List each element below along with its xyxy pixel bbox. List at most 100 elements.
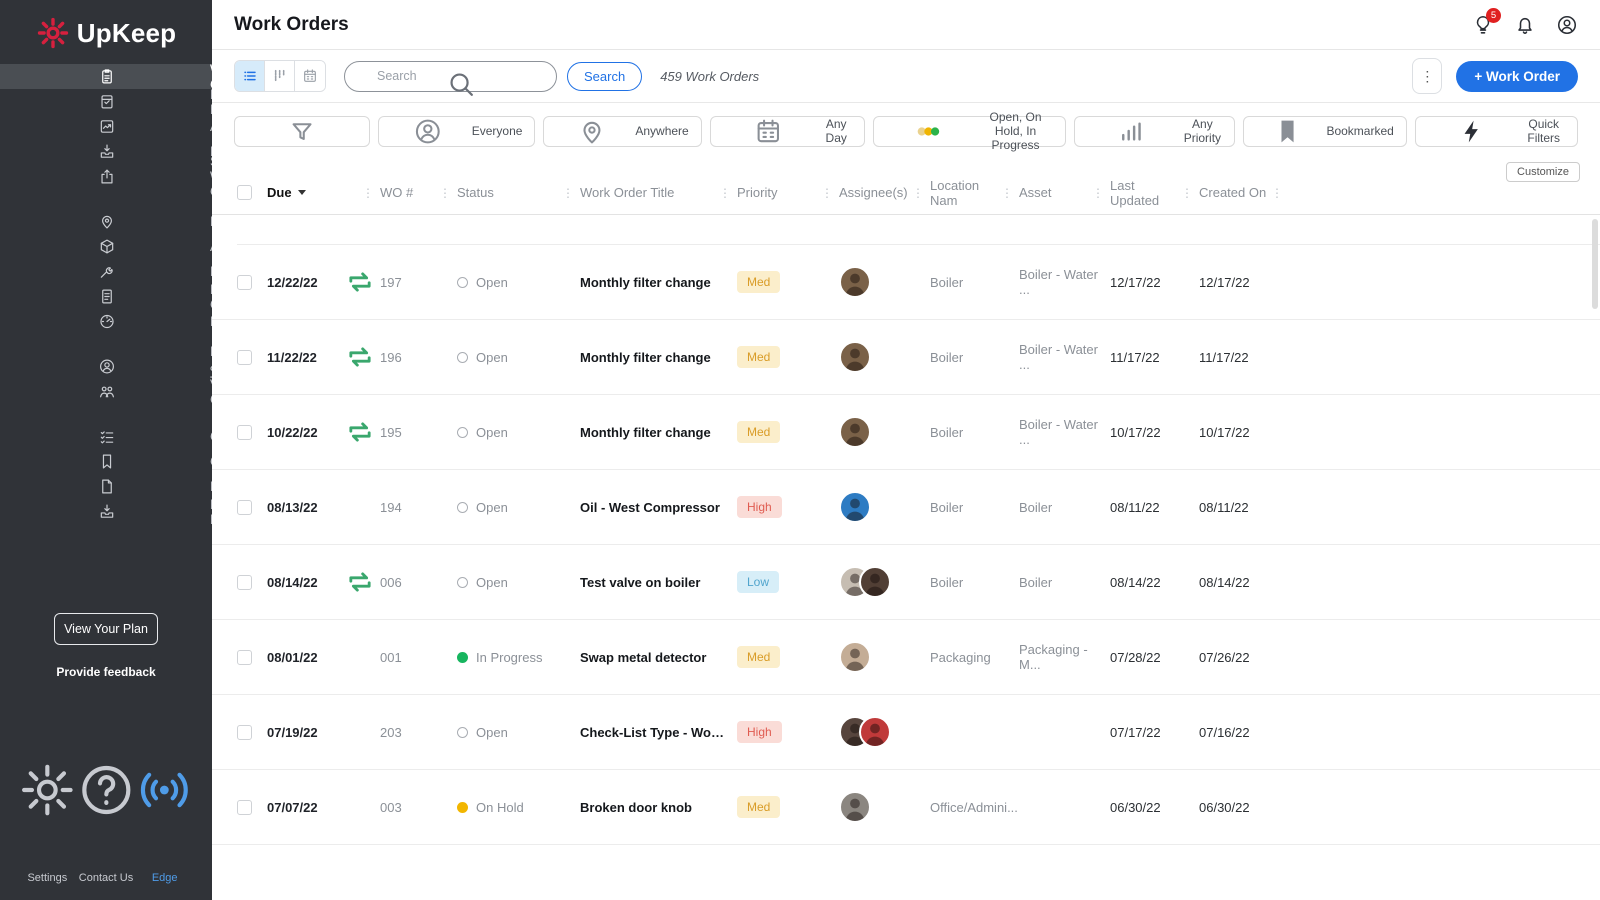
column-header[interactable]: Priority ⋮	[737, 171, 839, 214]
sidebar-nav-item[interactable]: Meters	[0, 309, 251, 334]
nav-item-icon	[14, 263, 200, 280]
column-menu-icon[interactable]: ⋮	[362, 186, 380, 200]
column-menu-icon[interactable]: ⋮	[1181, 186, 1199, 200]
sidebar-footer-item[interactable]: Contact Us	[77, 715, 136, 884]
column-header[interactable]: Due ⋮	[267, 171, 380, 214]
filter-chip[interactable]: Open, On Hold, In Progress	[873, 110, 1067, 152]
work-order-title-cell[interactable]: Monthly filter change	[580, 425, 737, 440]
work-order-row[interactable]: 07/07/22 003 On Hold Broken door knob Me…	[212, 770, 1600, 845]
work-order-row[interactable]: 08/01/22 001 In Progress Swap metal dete…	[212, 620, 1600, 695]
quick-filters-button[interactable]: Quick Filters	[1414, 115, 1579, 147]
row-checkbox[interactable]	[237, 799, 252, 815]
brand-logo[interactable]: UpKeep	[0, 0, 212, 64]
sidebar-nav-item[interactable]: Files	[0, 474, 239, 499]
assignee-avatar[interactable]	[839, 416, 871, 448]
row-checkbox[interactable]	[237, 649, 252, 665]
filter-chip[interactable]: Any Day	[709, 115, 866, 147]
filter-funnel-button[interactable]	[234, 115, 371, 147]
assignee-avatar[interactable]	[839, 641, 871, 673]
column-menu-icon[interactable]: ⋮	[912, 186, 930, 200]
column-header[interactable]: Work Order Title ⋮	[580, 171, 737, 214]
search-icon	[355, 69, 568, 100]
assignee-avatar[interactable]	[859, 566, 891, 598]
work-order-title-cell[interactable]: Monthly filter change	[580, 275, 737, 290]
sidebar-nav-item[interactable]: Work Orders	[0, 62, 251, 92]
column-menu-icon[interactable]: ⋮	[562, 186, 580, 200]
customize-columns-button[interactable]: Customize	[1506, 162, 1580, 182]
kanban-view-button[interactable]	[265, 61, 295, 91]
sidebar-nav-item[interactable]: Analytics	[0, 114, 264, 139]
column-header[interactable]: WO # ⋮	[380, 171, 457, 214]
list-view-button[interactable]	[235, 61, 265, 91]
work-order-title-cell[interactable]: Test valve on boiler	[580, 575, 737, 590]
row-checkbox[interactable]	[237, 574, 252, 590]
column-menu-icon[interactable]: ⋮	[1001, 186, 1019, 200]
work-order-title-cell[interactable]: Oil - West Compressor	[580, 500, 737, 515]
select-all-checkbox[interactable]	[237, 185, 252, 200]
sidebar-nav-item[interactable]: People & Teams	[0, 344, 252, 389]
column-menu-icon[interactable]: ⋮	[821, 186, 839, 200]
work-order-title-cell[interactable]: Swap metal detector	[580, 650, 737, 665]
column-menu-icon[interactable]: ⋮	[439, 186, 457, 200]
assignee-avatar[interactable]	[839, 791, 871, 823]
filter-chip-icon	[556, 117, 628, 146]
search-button[interactable]: Search	[567, 61, 643, 91]
assignee-avatar[interactable]	[839, 341, 871, 373]
calendar-view-button[interactable]	[295, 61, 325, 91]
column-header[interactable]: Last Updated ⋮	[1110, 171, 1199, 214]
sidebar-nav-item[interactable]: Assets	[0, 234, 251, 259]
work-order-title-cell[interactable]: Broken door knob	[580, 800, 737, 815]
sidebar-nav-item[interactable]: Checklists	[0, 424, 272, 449]
column-header[interactable]: Status ⋮	[457, 171, 580, 214]
sidebar-nav-item[interactable]: Preventive Maintenance	[0, 87, 287, 117]
assignee-avatar[interactable]	[839, 491, 871, 523]
column-header[interactable]: Created On ⋮	[1199, 171, 1289, 214]
nav-item-icon	[14, 238, 200, 255]
work-order-row[interactable]: 12/22/22 197 Open Monthly filter change …	[212, 245, 1600, 320]
sidebar-nav-item[interactable]: Shared Work Orders	[0, 154, 254, 199]
work-order-row[interactable]: 11/22/22 196 Open Monthly filter change …	[212, 320, 1600, 395]
sidebar-nav-item[interactable]: Parts/Inventory 1	[0, 259, 329, 284]
filter-chip[interactable]: Any Priority	[1074, 115, 1236, 147]
column-header[interactable]: Asset ⋮	[1019, 171, 1110, 214]
assignee-avatar[interactable]	[839, 266, 871, 298]
assignee-avatar[interactable]	[859, 716, 891, 748]
row-checkbox[interactable]	[237, 424, 252, 440]
sidebar-nav-item[interactable]: Categories	[0, 449, 275, 474]
row-checkbox[interactable]	[237, 349, 252, 365]
work-order-row[interactable]: 08/13/22 194 Open Oil - West Compressor …	[212, 470, 1600, 545]
new-work-order-button[interactable]: + Work Order	[1456, 60, 1578, 92]
column-header[interactable]: Assignee(s) ⋮	[839, 171, 930, 214]
column-menu-icon[interactable]: ⋮	[719, 186, 737, 200]
row-checkbox[interactable]	[237, 274, 252, 290]
notifications-bell-icon[interactable]	[1514, 14, 1536, 36]
sidebar-nav-item[interactable]: Requests 1	[0, 139, 296, 164]
user-profile-icon[interactable]	[1556, 14, 1578, 36]
sidebar-nav-item[interactable]: Locations	[0, 209, 268, 234]
work-order-title-cell[interactable]: Check-List Type - Work Or...	[580, 725, 737, 740]
sidebar-nav-item[interactable]: Request Portal	[0, 497, 260, 527]
work-order-row[interactable]: 10/22/22 195 Open Monthly filter change …	[212, 395, 1600, 470]
sidebar-nav-item[interactable]: Purchase Orders	[0, 282, 267, 312]
provide-feedback-link[interactable]: Provide feedback	[0, 665, 212, 679]
tips-lightbulb-icon[interactable]: 5	[1472, 7, 1501, 36]
sidebar-footer-item[interactable]: Settings	[18, 715, 77, 884]
work-order-title-cell[interactable]: Monthly filter change	[580, 350, 737, 365]
filter-chip-icon	[1087, 117, 1175, 146]
work-order-row[interactable]: 07/19/22 203 Open Check-List Type - Work…	[212, 695, 1600, 770]
filter-chip[interactable]: Bookmarked	[1243, 115, 1407, 147]
sidebar-footer-item[interactable]: Edge	[135, 715, 194, 884]
more-options-kebab-button[interactable]: ⋮	[1412, 58, 1443, 94]
work-order-row[interactable]: 08/14/22 006 Open Test valve on boiler L…	[212, 545, 1600, 620]
column-header[interactable]: Location Nam ⋮	[930, 171, 1019, 214]
column-menu-icon[interactable]: ⋮	[1092, 186, 1110, 200]
view-your-plan-button[interactable]: View Your Plan	[54, 613, 158, 645]
row-checkbox[interactable]	[237, 499, 252, 515]
sidebar-nav-item[interactable]: Vendors & Customers	[0, 377, 275, 407]
column-menu-icon[interactable]: ⋮	[1271, 186, 1289, 200]
filter-chip[interactable]: Anywhere	[543, 115, 702, 147]
vertical-scrollbar[interactable]	[1592, 219, 1598, 309]
last-updated-cell: 07/17/22	[1110, 724, 1161, 740]
filter-chip[interactable]: Everyone	[378, 115, 536, 147]
row-checkbox[interactable]	[237, 724, 252, 740]
